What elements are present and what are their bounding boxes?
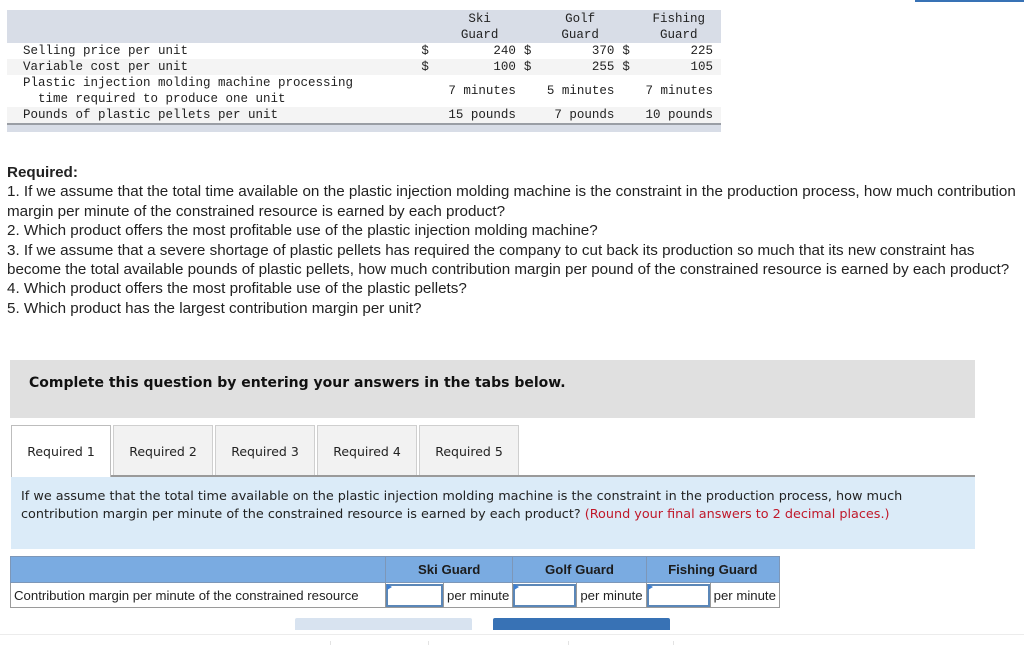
input-flag-icon xyxy=(514,584,520,590)
input-flag-icon xyxy=(387,584,392,590)
cell-value: 7 pounds xyxy=(554,108,615,122)
bottom-divider xyxy=(0,634,1024,635)
cell-value: 7 minutes xyxy=(645,84,713,98)
currency-symbol: $ xyxy=(421,60,429,74)
tab-required-5[interactable]: Required 5 xyxy=(419,425,519,476)
divider-tick xyxy=(568,641,569,645)
cell-value: 5 minutes xyxy=(546,84,615,98)
row-label: Variable cost per unit xyxy=(23,60,189,74)
column-header-fishing-guard: Fishing Guard xyxy=(652,12,705,42)
divider-tick xyxy=(330,641,331,645)
instruction-banner: Complete this question by entering your … xyxy=(10,360,975,418)
answer-row-label: Contribution margin per minute of the co… xyxy=(10,582,386,608)
table-row: Pounds of plastic pellets per unit 15 po… xyxy=(7,107,721,124)
required-item-5: 5. Which product has the largest contrib… xyxy=(7,299,422,317)
next-tab-button[interactable] xyxy=(493,618,670,630)
currency-symbol: $ xyxy=(421,44,429,58)
required-item-2: 2. Which product offers the most profita… xyxy=(7,222,598,240)
header-ski-guard: Ski Guard xyxy=(384,556,514,583)
rounding-hint: (Round your final answers to 2 decimal p… xyxy=(584,507,890,522)
cell-value: 370 xyxy=(591,44,615,58)
unit-label: per minute xyxy=(709,582,780,608)
divider-tick xyxy=(673,641,674,645)
required-item-1: 1. If we assume that the total time avai… xyxy=(7,183,1016,220)
answer-row: Contribution margin per minute of the co… xyxy=(10,582,780,608)
unit-label: per minute xyxy=(576,582,647,608)
tab-required-2[interactable]: Required 2 xyxy=(113,425,213,476)
tab-required-3[interactable]: Required 3 xyxy=(215,425,315,476)
required-title: Required: xyxy=(7,164,78,181)
unit-label: per minute xyxy=(442,582,514,608)
table-row: Plastic injection molding machine proces… xyxy=(7,75,721,107)
previous-tab-button[interactable] xyxy=(295,618,472,630)
question-prompt: If we assume that the total time availab… xyxy=(11,477,975,549)
currency-symbol: $ xyxy=(523,60,532,74)
required-item-4: 4. Which product offers the most profita… xyxy=(7,280,467,298)
cell-value: 7 minutes xyxy=(448,84,516,98)
answer-table: Ski Guard Golf Guard Fishing Guard Contr… xyxy=(10,556,780,608)
divider-tick xyxy=(428,641,429,645)
header-golf-guard: Golf Guard xyxy=(512,556,647,583)
cell-value: 10 pounds xyxy=(645,108,713,122)
fishing-guard-input[interactable] xyxy=(646,583,710,607)
required-item-3: 3. If we assume that a severe shortage o… xyxy=(7,241,1010,279)
cell-value: 100 xyxy=(493,60,516,74)
cell-value: 105 xyxy=(690,60,713,74)
required-section: Required: 1. If we assume that the total… xyxy=(7,163,1017,318)
instruction-text: Complete this question by entering your … xyxy=(29,375,566,391)
input-flag-icon xyxy=(647,584,653,590)
table-row: Variable cost per unit $ 100 $ 255 $ 105 xyxy=(7,59,721,75)
cell-value: 240 xyxy=(493,44,516,58)
ski-guard-input[interactable] xyxy=(386,583,443,607)
top-action-button[interactable] xyxy=(915,0,1024,2)
answer-tabs: Required 1 Required 2 Required 3 Require… xyxy=(11,425,521,477)
currency-symbol: $ xyxy=(523,44,532,58)
currency-symbol: $ xyxy=(622,44,630,58)
cell-value: 225 xyxy=(690,44,713,58)
column-header-golf-guard: Golf Guard xyxy=(561,12,599,42)
currency-symbol: $ xyxy=(622,60,630,74)
table-footer-bar xyxy=(7,123,721,132)
golf-guard-input[interactable] xyxy=(513,583,577,607)
row-label: Pounds of plastic pellets per unit xyxy=(23,108,279,122)
header-fishing-guard: Fishing Guard xyxy=(645,556,780,583)
tab-required-4[interactable]: Required 4 xyxy=(317,425,417,476)
table-row: Selling price per unit $ 240 $ 370 $ 225 xyxy=(7,43,721,59)
row-label: Plastic injection molding machine proces… xyxy=(23,76,354,106)
row-label: Selling price per unit xyxy=(23,44,189,58)
answer-header-row: Ski Guard Golf Guard Fishing Guard xyxy=(10,556,780,583)
tab-required-1[interactable]: Required 1 xyxy=(11,425,111,477)
column-header-ski-guard: Ski Guard xyxy=(460,12,499,42)
table-header-row: Ski Guard Golf Guard Fishing Guard xyxy=(7,10,721,43)
product-data-table: Ski Guard Golf Guard Fishing Guard Selling … xyxy=(7,10,721,132)
cell-value: 15 pounds xyxy=(448,108,516,122)
cell-value: 255 xyxy=(591,60,615,74)
